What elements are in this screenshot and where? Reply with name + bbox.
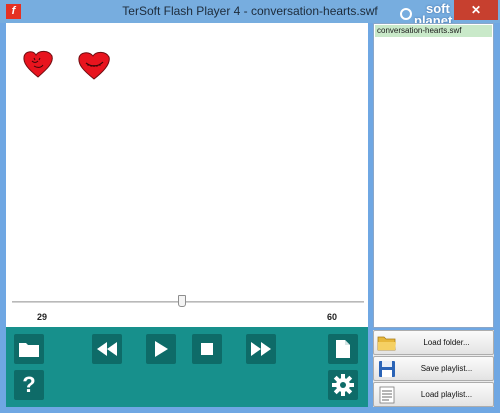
question-icon: ? <box>22 372 36 397</box>
heart-graphic-1 <box>23 50 53 78</box>
total-length-label: 60 <box>327 312 338 322</box>
fast-forward-icon <box>251 342 271 356</box>
settings-button[interactable] <box>328 370 358 400</box>
floppy-disk-icon <box>379 361 395 377</box>
seek-slider-thumb[interactable] <box>178 295 187 307</box>
title-bar[interactable]: f TerSoft Flash Player 4 - conversation-… <box>0 0 500 27</box>
save-playlist-button[interactable]: Save playlist... <box>373 356 494 381</box>
playlist-item[interactable]: conversation-hearts.swf <box>375 25 492 37</box>
control-panel: ? <box>6 327 368 407</box>
help-button[interactable]: ? <box>14 370 44 400</box>
folder-icon <box>19 343 39 357</box>
open-folder-button[interactable] <box>14 334 44 364</box>
stop-icon <box>201 343 213 355</box>
rewind-icon <box>97 342 117 356</box>
load-folder-button[interactable]: Load folder... <box>373 330 494 355</box>
heart-graphic-2 <box>78 51 110 80</box>
stop-button[interactable] <box>192 334 222 364</box>
fast-forward-button[interactable] <box>246 334 276 364</box>
close-button[interactable]: ✕ <box>454 0 498 20</box>
watermark-icon <box>400 8 412 20</box>
seek-area: 29 60 <box>6 293 368 327</box>
seek-track[interactable] <box>12 301 364 303</box>
save-playlist-label: Save playlist... <box>420 364 473 373</box>
current-position-label: 29 <box>37 312 48 322</box>
playlist-buttons: Load folder... Save playlist... Load pla… <box>373 330 494 407</box>
open-file-button[interactable] <box>328 334 358 364</box>
load-playlist-button[interactable]: Load playlist... <box>373 382 494 407</box>
play-button[interactable] <box>146 334 176 364</box>
playlist-panel[interactable]: conversation-hearts.swf <box>373 23 494 328</box>
load-folder-label: Load folder... <box>423 338 470 347</box>
rewind-button[interactable] <box>92 334 122 364</box>
document-icon <box>336 340 350 358</box>
list-document-icon <box>379 386 395 404</box>
play-icon <box>155 341 168 357</box>
app-window: f TerSoft Flash Player 4 - conversation-… <box>0 0 500 413</box>
folder-icon <box>377 336 396 351</box>
flash-stage[interactable] <box>6 23 368 293</box>
gear-icon <box>332 374 354 396</box>
load-playlist-label: Load playlist... <box>420 390 473 399</box>
